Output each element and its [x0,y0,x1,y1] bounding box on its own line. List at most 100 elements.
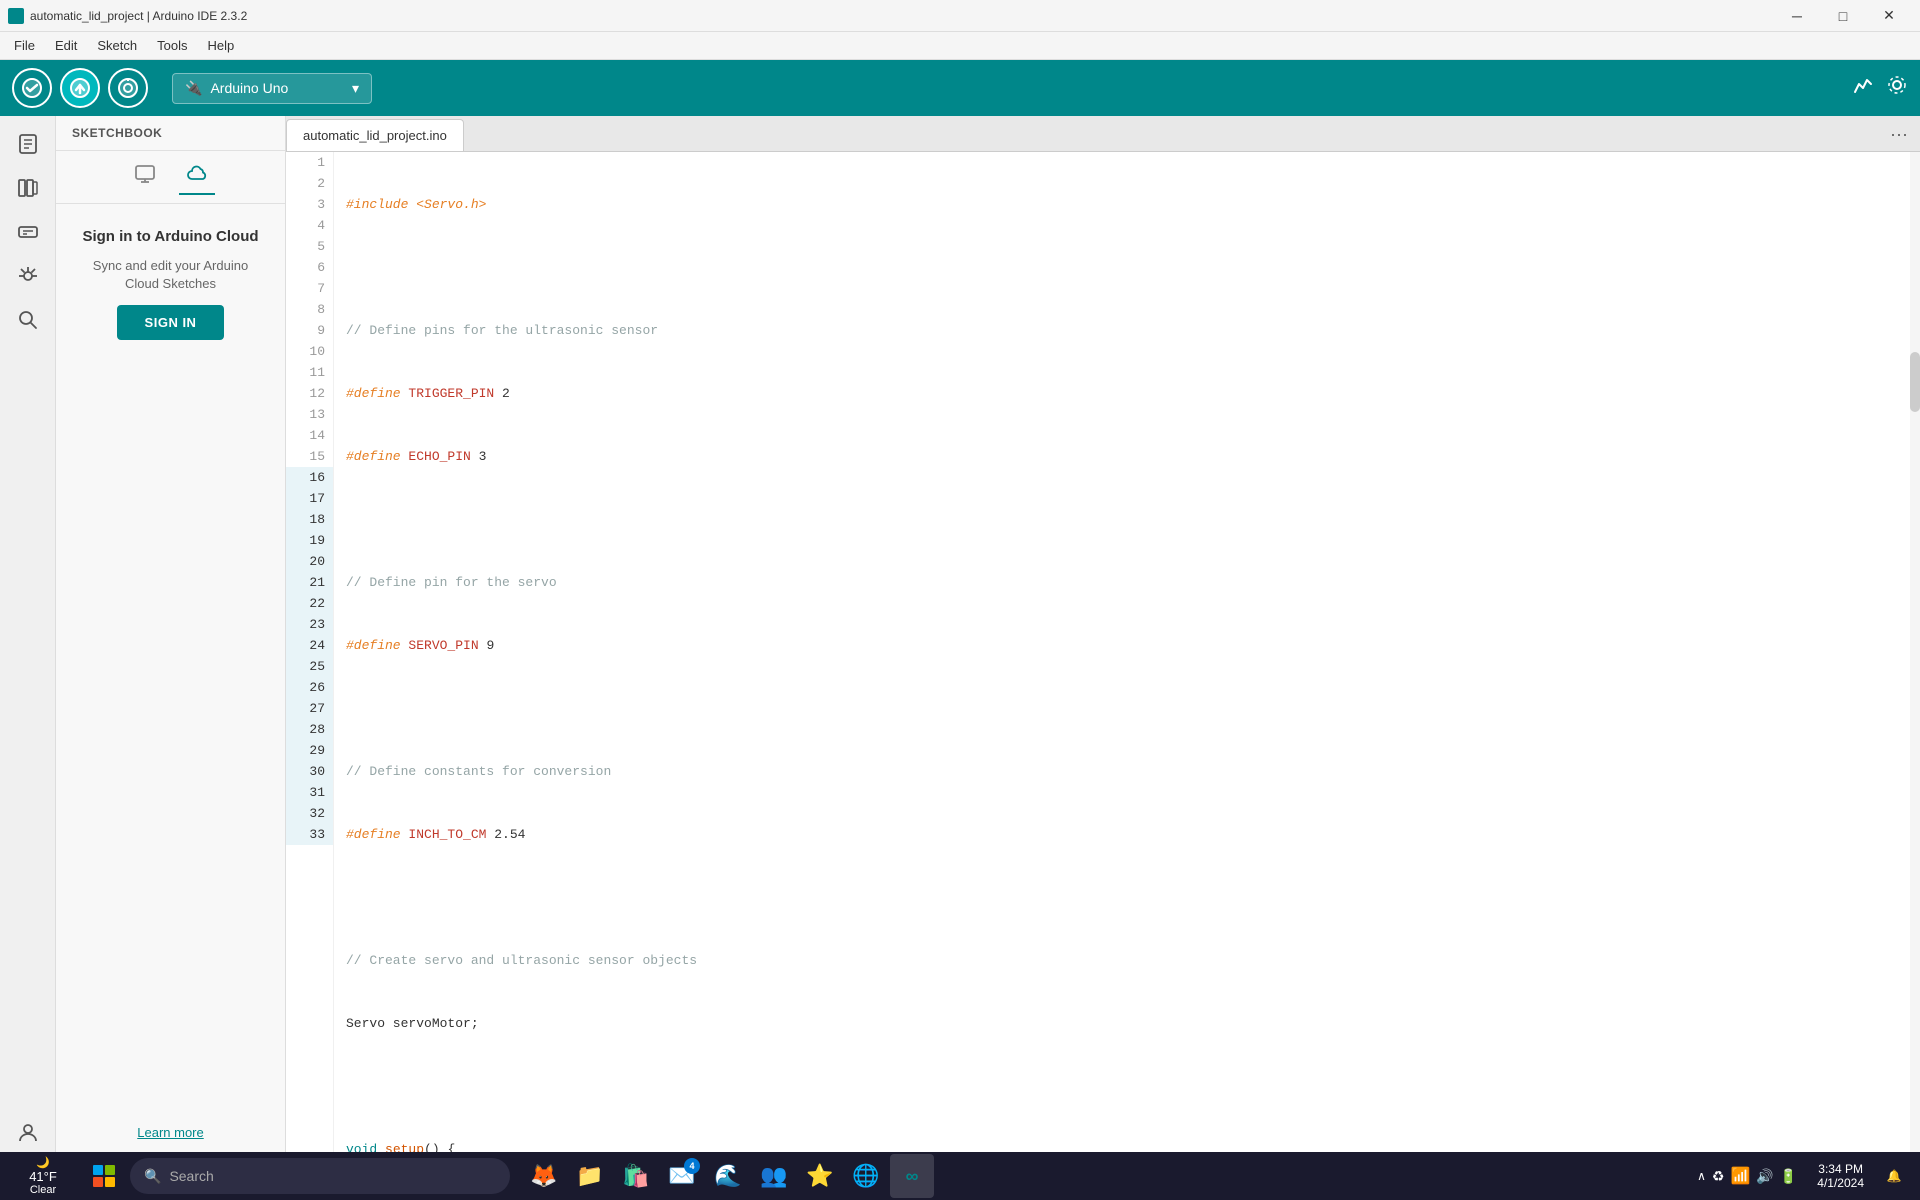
windows-logo [93,1165,115,1187]
upload-button[interactable] [60,68,100,108]
systray-wifi[interactable]: 📶 [1730,1166,1750,1186]
signin-desc: Sync and edit your Arduino Cloud Sketche… [80,257,261,293]
sidebar-debug-icon[interactable] [8,256,48,296]
cloud-tab[interactable] [179,159,215,195]
line-num-1: 1 [286,152,333,173]
tab-more-button[interactable]: ⋯ [1878,119,1920,151]
taskbar-weather: 🌙 41°F Clear [8,1156,78,1196]
systray-volume[interactable]: 🔊 [1756,1168,1773,1185]
signin-title: Sign in to Arduino Cloud [82,228,258,245]
sidebar-sketchbook-icon[interactable] [8,124,48,164]
taskbar-app-chrome[interactable]: 🌐 [844,1154,888,1198]
line-num-13: 13 [286,404,333,425]
systray-battery[interactable]: 🔋 [1780,1168,1797,1185]
menu-edit[interactable]: Edit [45,34,87,57]
app-icon [8,8,24,24]
title-bar: automatic_lid_project | Arduino IDE 2.3.… [0,0,1920,32]
line-num-4: 4 [286,215,333,236]
minimize-button[interactable]: ─ [1774,0,1820,32]
start-button[interactable] [82,1154,126,1198]
taskbar-search[interactable]: 🔍 Search [130,1158,510,1194]
menu-sketch[interactable]: Sketch [87,34,147,57]
line-num-19: 19 [286,530,333,551]
win-logo-red [93,1177,103,1187]
files-icon: 📁 [576,1163,603,1189]
taskbar-app-mail[interactable]: ✉️ 4 [660,1154,704,1198]
taskbar-date: 4/1/2024 [1817,1176,1864,1190]
line-num-29: 29 [286,740,333,761]
code-editor[interactable]: 1 2 3 4 5 6 7 8 9 10 11 12 13 14 15 16 1… [286,152,1920,1164]
line-num-17: 17 [286,488,333,509]
menu-help[interactable]: Help [197,34,244,57]
line-num-25: 25 [286,656,333,677]
taskbar-app-firefox[interactable]: 🦊 [522,1154,566,1198]
debug-button[interactable] [108,68,148,108]
maximize-button[interactable]: □ [1820,0,1866,32]
code-line-7: // Define pin for the servo [346,572,1920,593]
menu-tools[interactable]: Tools [147,34,197,57]
line-num-9: 9 [286,320,333,341]
line-num-23: 23 [286,614,333,635]
line-num-16: 16 [286,467,333,488]
taskbar-app-disney[interactable]: ⭐ [798,1154,842,1198]
scrollbar-track[interactable] [1910,152,1920,1164]
tab-filename: automatic_lid_project.ino [303,128,447,143]
systray-chevron[interactable]: ∧ [1697,1169,1706,1183]
local-tab[interactable] [127,159,163,195]
line-num-15: 15 [286,446,333,467]
serial-plotter-icon[interactable] [1852,74,1874,102]
code-line-12 [346,887,1920,908]
line-num-14: 14 [286,425,333,446]
learn-more-link[interactable]: Learn more [137,1125,203,1140]
code-line-4: #define TRIGGER_PIN 2 [346,383,1920,404]
code-line-9 [346,698,1920,719]
code-line-10: // Define constants for conversion [346,761,1920,782]
taskbar-apps: 🦊 📁 🛍️ ✉️ 4 🌊 👥 ⭐ 🌐 ∞ [522,1154,934,1198]
taskbar-app-files[interactable]: 📁 [568,1154,612,1198]
taskbar-app-store[interactable]: 🛍️ [614,1154,658,1198]
sidebar-boards-icon[interactable] [8,212,48,252]
taskbar-clock[interactable]: 3:34 PM 4/1/2024 [1809,1162,1872,1190]
search-label: Search [169,1168,213,1184]
taskbar-app-edge[interactable]: 🌊 [706,1154,750,1198]
line-num-26: 26 [286,677,333,698]
taskbar-app-teams[interactable]: 👥 [752,1154,796,1198]
code-line-1: #include <Servo.h> [346,194,1920,215]
line-num-3: 3 [286,194,333,215]
taskbar: 🌙 41°F Clear 🔍 Search 🦊 📁 🛍️ ✉️ 4 [0,1152,1920,1200]
code-content[interactable]: #include <Servo.h> // Define pins for th… [334,152,1920,1164]
close-button[interactable]: ✕ [1866,0,1912,32]
code-line-11: #define INCH_TO_CM 2.54 [346,824,1920,845]
weather-icon: 🌙 [36,1156,50,1169]
verify-button[interactable] [12,68,52,108]
editor-tabs: automatic_lid_project.ino ⋯ [286,116,1920,152]
mail-badge: 4 [684,1158,700,1174]
search-icon: 🔍 [144,1168,161,1185]
code-line-15 [346,1076,1920,1097]
line-num-11: 11 [286,362,333,383]
taskbar-app-arduino[interactable]: ∞ [890,1154,934,1198]
taskbar-right: ∧ ♻ 📶 🔊 🔋 3:34 PM 4/1/2024 🔔 [1689,1158,1912,1194]
taskbar-notification-button[interactable]: 🔔 [1876,1158,1912,1194]
line-num-5: 5 [286,236,333,257]
menu-bar: File Edit Sketch Tools Help [0,32,1920,60]
serial-monitor-icon[interactable] [1886,74,1908,102]
toolbar-right [1852,74,1908,102]
menu-file[interactable]: File [4,34,45,57]
win-logo-green [105,1165,115,1175]
weather-temp: 41°F [29,1169,57,1184]
firefox-icon: 🦊 [530,1163,557,1189]
board-selector[interactable]: 🔌 Arduino Uno ▾ [172,73,372,104]
line-num-18: 18 [286,509,333,530]
board-label: Arduino Uno [210,80,288,96]
code-line-6 [346,509,1920,530]
sidebar-search-icon[interactable] [8,300,48,340]
scrollbar-thumb[interactable] [1910,352,1920,412]
line-num-2: 2 [286,173,333,194]
teams-icon: 👥 [760,1163,787,1189]
sign-in-button[interactable]: SIGN IN [117,305,225,340]
editor-tab-main[interactable]: automatic_lid_project.ino [286,119,464,151]
win-logo-blue [93,1165,103,1175]
sidebar-libraries-icon[interactable] [8,168,48,208]
sidebar-account-icon[interactable] [8,1112,48,1152]
